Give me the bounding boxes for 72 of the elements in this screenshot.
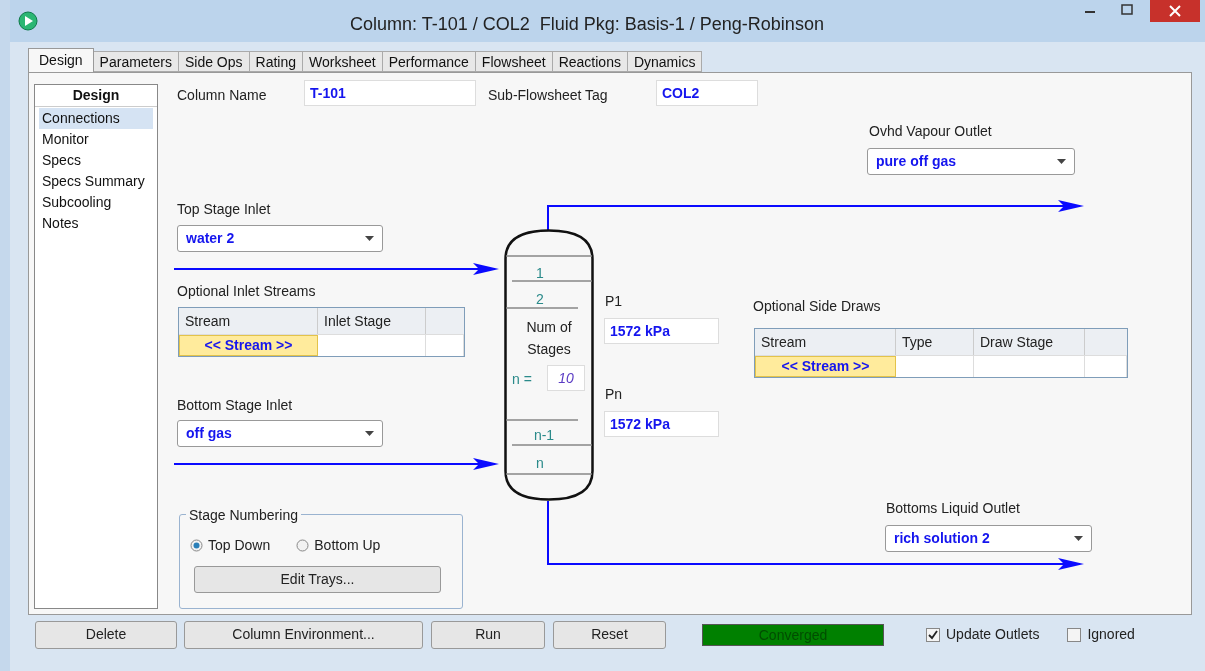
sidebar-item[interactable]: Notes: [39, 213, 153, 234]
tab[interactable]: Rating: [249, 51, 303, 72]
sidebar-item[interactable]: Subcooling: [39, 192, 153, 213]
input-field[interactable]: T-101: [304, 80, 476, 106]
tab[interactable]: Dynamics: [627, 51, 703, 72]
sidebar-item[interactable]: Specs: [39, 150, 153, 171]
dropdown[interactable]: off gas: [177, 420, 383, 447]
caret-icon[interactable]: [365, 431, 374, 436]
action-button[interactable]: Run: [431, 620, 545, 649]
radio-icon[interactable]: [296, 539, 310, 552]
table-header: Inlet Stage: [318, 308, 426, 334]
input-field[interactable]: COL2: [656, 80, 758, 106]
table-header: [1085, 329, 1127, 355]
table-header: [426, 308, 464, 334]
checkbox-icon[interactable]: [926, 627, 940, 642]
radio-button[interactable]: Bottom Up: [296, 535, 381, 556]
caret-icon[interactable]: [365, 236, 374, 241]
stage-count-field[interactable]: 10: [547, 365, 585, 391]
field-label: Top Stage Inlet: [177, 200, 271, 219]
n-label: n =: [511, 370, 533, 389]
table-header: Stream: [755, 329, 896, 355]
table-header: Type: [896, 329, 974, 355]
tab[interactable]: Performance: [382, 51, 476, 72]
app-icon: [18, 11, 38, 31]
field-label: Optional Side Draws: [753, 297, 881, 316]
sidebar-item[interactable]: Monitor: [39, 129, 153, 150]
field-label: Bottoms Liquid Outlet: [886, 499, 1020, 518]
action-button[interactable]: Column Environment...: [184, 620, 423, 649]
tab[interactable]: Worksheet: [303, 51, 383, 72]
table-header: Stream: [179, 308, 318, 334]
dropdown[interactable]: water 2: [177, 225, 383, 252]
maximize-icon[interactable]: [1120, 3, 1134, 17]
sidebar-item[interactable]: Connections: [39, 108, 153, 129]
tab[interactable]: Flowsheet: [475, 51, 553, 72]
input-field[interactable]: 1572 kPa: [604, 318, 719, 344]
close-button[interactable]: [1150, 0, 1200, 22]
stage-label: n: [535, 454, 545, 473]
stage-label: 2: [535, 290, 545, 309]
checkbox-icon[interactable]: [1067, 627, 1082, 642]
tab[interactable]: Parameters: [93, 51, 179, 72]
sidebar-title: Design: [72, 86, 120, 105]
stage-label: n-1: [532, 426, 556, 445]
radio-button[interactable]: Top Down: [190, 535, 271, 556]
table-cell[interactable]: << Stream >>: [755, 356, 896, 377]
tab[interactable]: Design: [28, 48, 94, 72]
close-icon[interactable]: [1169, 5, 1181, 17]
caret-icon[interactable]: [1074, 536, 1083, 541]
edit-trays-button[interactable]: Edit Trays...: [194, 566, 441, 593]
action-button[interactable]: Delete: [35, 620, 177, 649]
table-header: Draw Stage: [974, 329, 1085, 355]
stage-label: 1: [535, 264, 545, 283]
field-label: P1: [605, 292, 623, 311]
radio-icon[interactable]: [190, 539, 203, 552]
field-label: Column Name: [177, 86, 267, 105]
field-label: Optional Inlet Streams: [177, 282, 316, 301]
sidebar-item[interactable]: Specs Summary: [39, 171, 153, 192]
field-label: Bottom Stage Inlet: [177, 396, 293, 415]
stages-label: Num of Stages: [525, 318, 573, 359]
tab[interactable]: Side Ops: [178, 51, 250, 72]
action-button[interactable]: Reset: [553, 620, 666, 649]
checkbox[interactable]: Update Outlets: [926, 624, 1040, 645]
input-field[interactable]: 1572 kPa: [604, 411, 719, 437]
dropdown[interactable]: rich solution 2: [885, 525, 1092, 552]
caret-icon[interactable]: [1057, 159, 1066, 164]
field-label: Ovhd Vapour Outlet: [869, 122, 992, 141]
field-label: Sub-Flowsheet Tag: [488, 86, 608, 105]
tab[interactable]: Reactions: [552, 51, 628, 72]
dropdown[interactable]: pure off gas: [867, 148, 1075, 175]
window-title: Column: T-101 / COL2 Fluid Pkg: Basis-1 / Peng-Robinson: [350, 13, 824, 36]
checkbox[interactable]: Ignored: [1067, 624, 1135, 645]
field-label: Pn: [605, 385, 623, 404]
table-cell[interactable]: << Stream >>: [179, 335, 318, 356]
